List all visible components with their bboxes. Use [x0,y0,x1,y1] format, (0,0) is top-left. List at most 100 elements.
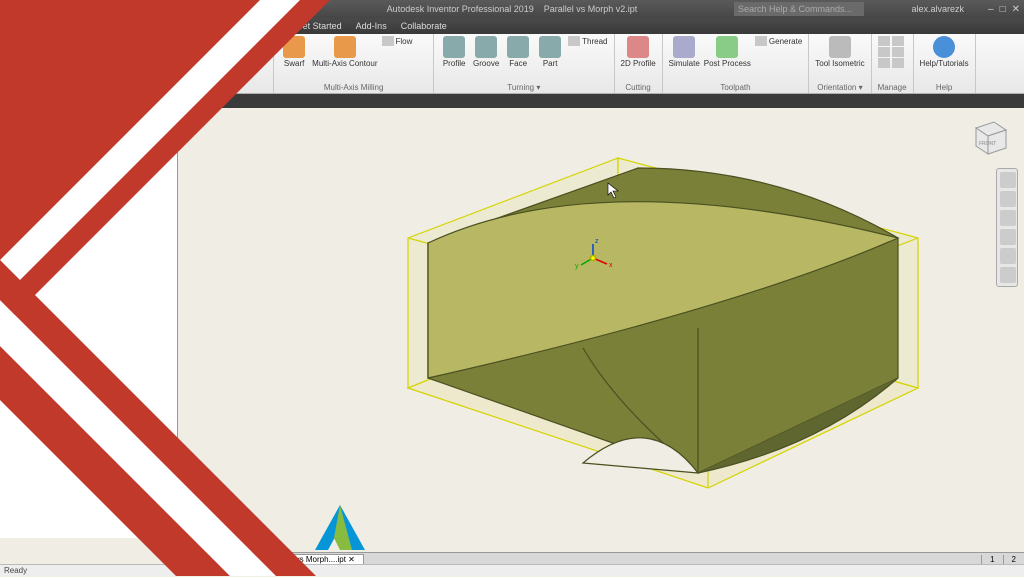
svg-text:z: z [595,238,599,245]
tool-isometric-button[interactable]: Tool Isometric [815,36,864,68]
qat-icon[interactable] [21,2,35,16]
orbit-icon[interactable] [1000,229,1016,245]
pattern-button[interactable]: Pattern [70,36,124,46]
tab-add-ins[interactable]: Add-Ins [349,19,394,33]
group-label-mam: Multi-Axis Milling [280,83,427,93]
page-2[interactable]: 2 [1003,555,1024,564]
tab-collaborate[interactable]: Collaborate [394,19,454,33]
checkbox-icon[interactable]: ✓ [21,125,30,134]
group-label-manage: Manage [878,83,907,93]
page-1[interactable]: 1 [981,555,1002,564]
app-title: Autodesk Inventor Professional 2019 [387,4,534,14]
post-process-button[interactable]: Post Process [704,36,751,68]
tab-get-started[interactable]: Get Started [289,19,349,33]
tab-tools[interactable]: Tools [220,19,255,33]
generate-button[interactable]: Generate [755,36,802,46]
manage-icon[interactable] [892,58,904,68]
cut-2d-profile-button[interactable]: 2D Profile [621,36,656,68]
turn-part-button[interactable]: Part [536,36,564,68]
tab-cam[interactable]: CAM [255,19,289,33]
setup-icon [33,124,43,134]
tab-3d-model[interactable]: 3D Model [33,19,86,33]
browser-setup-node[interactable]: ✓ Setup1 [3,123,174,135]
look-at-icon[interactable] [1000,248,1016,264]
qat-icon[interactable] [123,2,137,16]
browser-tab-strip: Model iLogic CAM + [0,94,1024,108]
pan-icon[interactable] [1000,191,1016,207]
menu-bar: File 3D Model Sketch Annotate Inspect To… [0,18,1024,34]
material-dropdown[interactable]: Steel [143,3,176,15]
drill-button[interactable]: Drill [137,36,165,68]
group-label-toolpath: Toolpath [669,83,803,93]
setup-button[interactable]: Setup [6,36,34,68]
turn-groove-button[interactable]: Groove [472,36,500,68]
manage-icon[interactable] [892,36,904,46]
simulate-button[interactable]: Simulate [669,36,700,68]
manage-icon[interactable] [878,36,890,46]
home-view-icon[interactable] [1000,172,1016,188]
quick-access-toolbar [0,2,137,16]
3d-viewport[interactable]: x y z FRONT [178,108,1024,554]
turn-profile-button[interactable]: Profile [440,36,468,68]
minimize-button[interactable]: – [988,4,994,15]
svg-text:FRONT: FRONT [979,141,996,147]
document-title: Parallel vs Morph v2.ipt [544,4,638,14]
tab-sketch[interactable]: Sketch [85,19,127,33]
doctab-icon[interactable] [214,555,226,565]
flow-button[interactable]: Flow [382,36,413,46]
doctab-icon[interactable] [244,555,256,565]
tab-inspect[interactable]: Inspect [177,19,220,33]
qat-icon[interactable] [55,2,69,16]
group-label-help: Help [920,83,969,93]
part-icon [7,112,17,122]
browser-tab-model[interactable]: Model [0,96,34,107]
tab-annotate[interactable]: Annotate [127,19,177,33]
doctab-icon[interactable] [199,555,211,565]
turn-face-button[interactable]: Face [504,36,532,68]
manage-icon[interactable] [878,47,890,57]
zoom-icon[interactable] [1000,210,1016,226]
qat-icon[interactable] [106,2,120,16]
folder-button[interactable]: Folder [38,36,66,68]
group-label-job: Job [6,83,124,93]
manage-icon[interactable] [892,47,904,57]
2d-pocket-button[interactable]: 2D Pocket [210,47,267,57]
close-button[interactable]: ✕ [1012,4,1020,15]
browser-tab-cam[interactable]: CAM [67,96,97,107]
maximize-button[interactable]: □ [1000,4,1006,15]
help-button[interactable]: Help/Tutorials [920,36,969,68]
browser-panel: Parallel vs Morph v2.ipt Operation(s) ✓ … [0,108,178,538]
thread-button[interactable]: Thread [568,36,607,46]
multi-axis-contour-button[interactable]: Multi-Axis Contour [312,36,377,68]
qat-icon[interactable] [89,2,103,16]
qat-icon[interactable] [72,2,86,16]
face-button[interactable]: Face [178,36,206,68]
group-label-drilling: Drilling [137,83,165,93]
doctab-icon[interactable] [229,555,241,565]
group-label-orientation: Orientation ▾ [815,83,864,93]
svg-text:x: x [609,262,613,269]
swarf-button[interactable]: Swarf [280,36,308,68]
group-label-cutting: Cutting [621,83,656,93]
doctab-icon[interactable] [184,555,196,565]
qat-icon[interactable] [38,2,52,16]
file-tab[interactable]: File [0,19,31,33]
2d-adaptive-button[interactable]: 2D Adaptive [210,36,267,46]
ribbon: Setup Folder Pattern Manual NC Probe Job… [0,34,1024,94]
view-cube[interactable]: FRONT [966,114,1010,158]
svg-text:y: y [575,263,579,270]
tab-close-icon[interactable]: ✕ [348,555,355,564]
group-label-turning: Turning ▾ [440,83,607,93]
browser-tab-ilogic[interactable]: iLogic [34,96,67,107]
browser-root-node[interactable]: Parallel vs Morph v2.ipt Operation(s) [3,111,174,123]
fullnav-icon[interactable] [1000,267,1016,283]
qat-icon[interactable] [4,2,18,16]
help-search-input[interactable]: Search Help & Commands... [734,2,864,16]
title-bar: Steel Autodesk Inventor Professional 201… [0,0,1024,18]
navigation-bar [996,168,1018,287]
user-account[interactable]: alex.alvarezk [911,4,964,14]
probe-button[interactable]: Probe [70,58,124,68]
manual-nc-button[interactable]: Manual NC [70,47,124,57]
manage-icon[interactable] [878,58,890,68]
browser-tab-close-icon[interactable]: + [96,97,107,106]
